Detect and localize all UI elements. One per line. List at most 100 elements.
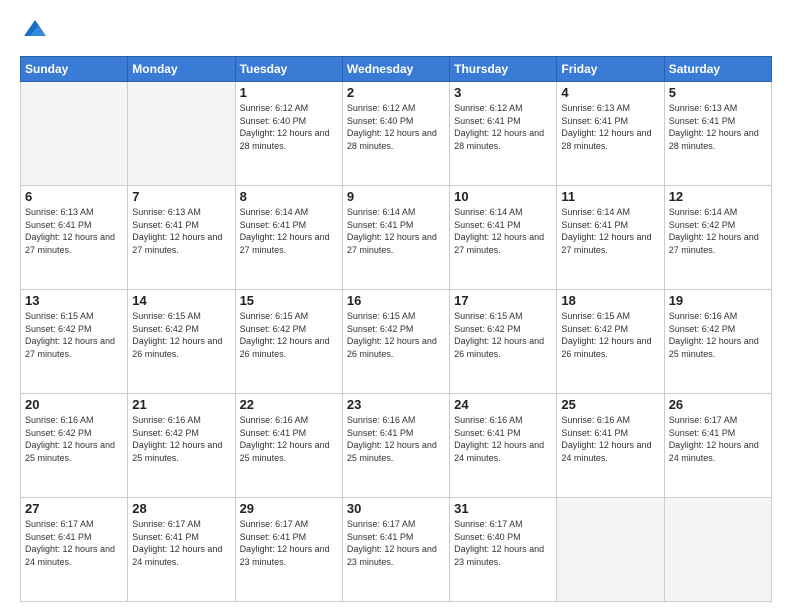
- day-info: Sunrise: 6:12 AM Sunset: 6:40 PM Dayligh…: [347, 102, 445, 152]
- day-info: Sunrise: 6:14 AM Sunset: 6:42 PM Dayligh…: [669, 206, 767, 256]
- calendar-cell: 2 Sunrise: 6:12 AM Sunset: 6:40 PM Daylig…: [342, 82, 449, 186]
- day-info: Sunrise: 6:17 AM Sunset: 6:40 PM Dayligh…: [454, 518, 552, 568]
- day-number: 29: [240, 501, 338, 516]
- calendar-cell: [21, 82, 128, 186]
- calendar-cell: 22 Sunrise: 6:16 AM Sunset: 6:41 PM Dayli…: [235, 394, 342, 498]
- calendar-cell: 26 Sunrise: 6:17 AM Sunset: 6:41 PM Dayli…: [664, 394, 771, 498]
- day-info: Sunrise: 6:15 AM Sunset: 6:42 PM Dayligh…: [454, 310, 552, 360]
- calendar-cell: 23 Sunrise: 6:16 AM Sunset: 6:41 PM Dayli…: [342, 394, 449, 498]
- day-number: 5: [669, 85, 767, 100]
- calendar-cell: 15Sunrise: 6:15 AM Sunset: 6:42 PM Dayli…: [235, 290, 342, 394]
- day-header-saturday: Saturday: [664, 57, 771, 82]
- day-number: 25: [561, 397, 659, 412]
- calendar-cell: 6Sunrise: 6:13 AM Sunset: 6:41 PM Daylig…: [21, 186, 128, 290]
- day-number: 26: [669, 397, 767, 412]
- calendar-cell: 16 Sunrise: 6:15 AM Sunset: 6:42 PM Dayli…: [342, 290, 449, 394]
- page: SundayMondayTuesdayWednesdayThursdayFrid…: [0, 0, 792, 612]
- calendar-cell: 4 Sunrise: 6:13 AM Sunset: 6:41 PM Daylig…: [557, 82, 664, 186]
- calendar-cell: [128, 82, 235, 186]
- day-header-friday: Friday: [557, 57, 664, 82]
- week-row-5: 27 Sunrise: 6:17 AM Sunset: 6:41 PM Dayli…: [21, 498, 772, 602]
- day-info: Sunrise: 6:16 AM Sunset: 6:41 PM Dayligh…: [561, 414, 659, 464]
- calendar-cell: 13 Sunrise: 6:15 AM Sunset: 6:42 PM Dayli…: [21, 290, 128, 394]
- calendar-cell: 27 Sunrise: 6:17 AM Sunset: 6:41 PM Dayli…: [21, 498, 128, 602]
- day-number: 30: [347, 501, 445, 516]
- day-info: Sunrise: 6:16 AM Sunset: 6:42 PM Dayligh…: [669, 310, 767, 360]
- day-info: Sunrise: 6:14 AM Sunset: 6:41 PM Dayligh…: [454, 206, 552, 256]
- logo-icon: [20, 16, 50, 46]
- week-row-2: 6Sunrise: 6:13 AM Sunset: 6:41 PM Daylig…: [21, 186, 772, 290]
- day-info: Sunrise: 6:15 AM Sunset: 6:42 PM Dayligh…: [347, 310, 445, 360]
- calendar-cell: 10 Sunrise: 6:14 AM Sunset: 6:41 PM Dayli…: [450, 186, 557, 290]
- calendar-cell: 28 Sunrise: 6:17 AM Sunset: 6:41 PM Dayli…: [128, 498, 235, 602]
- day-number: 1: [240, 85, 338, 100]
- day-number: 17: [454, 293, 552, 308]
- day-info: Sunrise: 6:16 AM Sunset: 6:41 PM Dayligh…: [454, 414, 552, 464]
- day-header-monday: Monday: [128, 57, 235, 82]
- day-info: Sunrise: 6:13 AM Sunset: 6:41 PM Dayligh…: [132, 206, 230, 256]
- day-info: Sunrise: 6:15 AM Sunset: 6:42 PM Dayligh…: [240, 310, 338, 360]
- day-number: 4: [561, 85, 659, 100]
- calendar-cell: 14 Sunrise: 6:15 AM Sunset: 6:42 PM Dayli…: [128, 290, 235, 394]
- day-info: Sunrise: 6:17 AM Sunset: 6:41 PM Dayligh…: [25, 518, 123, 568]
- day-info: Sunrise: 6:15 AM Sunset: 6:42 PM Dayligh…: [132, 310, 230, 360]
- day-info: Sunrise: 6:17 AM Sunset: 6:41 PM Dayligh…: [669, 414, 767, 464]
- week-row-3: 13 Sunrise: 6:15 AM Sunset: 6:42 PM Dayli…: [21, 290, 772, 394]
- day-info: Sunrise: 6:15 AM Sunset: 6:42 PM Dayligh…: [25, 310, 123, 360]
- calendar-cell: 29 Sunrise: 6:17 AM Sunset: 6:41 PM Dayli…: [235, 498, 342, 602]
- day-number: 14: [132, 293, 230, 308]
- day-info: Sunrise: 6:17 AM Sunset: 6:41 PM Dayligh…: [132, 518, 230, 568]
- calendar-cell: 25 Sunrise: 6:16 AM Sunset: 6:41 PM Dayli…: [557, 394, 664, 498]
- day-number: 16: [347, 293, 445, 308]
- day-info: Sunrise: 6:14 AM Sunset: 6:41 PM Dayligh…: [240, 206, 338, 256]
- calendar-cell: 19 Sunrise: 6:16 AM Sunset: 6:42 PM Dayli…: [664, 290, 771, 394]
- logo: [20, 16, 54, 46]
- day-number: 27: [25, 501, 123, 516]
- day-number: 8: [240, 189, 338, 204]
- day-number: 9: [347, 189, 445, 204]
- calendar-cell: 11 Sunrise: 6:14 AM Sunset: 6:41 PM Dayli…: [557, 186, 664, 290]
- calendar-cell: [557, 498, 664, 602]
- day-number: 24: [454, 397, 552, 412]
- calendar-cell: 17 Sunrise: 6:15 AM Sunset: 6:42 PM Dayli…: [450, 290, 557, 394]
- day-number: 11: [561, 189, 659, 204]
- calendar-cell: 31 Sunrise: 6:17 AM Sunset: 6:40 PM Dayli…: [450, 498, 557, 602]
- day-info: Sunrise: 6:13 AM Sunset: 6:41 PM Dayligh…: [561, 102, 659, 152]
- day-number: 2: [347, 85, 445, 100]
- calendar-cell: 30 Sunrise: 6:17 AM Sunset: 6:41 PM Dayli…: [342, 498, 449, 602]
- day-header-sunday: Sunday: [21, 57, 128, 82]
- calendar-cell: 1 Sunrise: 6:12 AM Sunset: 6:40 PM Daylig…: [235, 82, 342, 186]
- day-number: 12: [669, 189, 767, 204]
- day-number: 22: [240, 397, 338, 412]
- calendar-cell: 24 Sunrise: 6:16 AM Sunset: 6:41 PM Dayli…: [450, 394, 557, 498]
- week-row-1: 1 Sunrise: 6:12 AM Sunset: 6:40 PM Daylig…: [21, 82, 772, 186]
- day-info: Sunrise: 6:17 AM Sunset: 6:41 PM Dayligh…: [347, 518, 445, 568]
- day-info: Sunrise: 6:13 AM Sunset: 6:41 PM Dayligh…: [25, 206, 123, 256]
- day-number: 13: [25, 293, 123, 308]
- day-info: Sunrise: 6:17 AM Sunset: 6:41 PM Dayligh…: [240, 518, 338, 568]
- day-number: 28: [132, 501, 230, 516]
- week-row-4: 20Sunrise: 6:16 AM Sunset: 6:42 PM Dayli…: [21, 394, 772, 498]
- day-number: 18: [561, 293, 659, 308]
- calendar-cell: 8 Sunrise: 6:14 AM Sunset: 6:41 PM Daylig…: [235, 186, 342, 290]
- day-info: Sunrise: 6:16 AM Sunset: 6:41 PM Dayligh…: [347, 414, 445, 464]
- calendar-cell: 20Sunrise: 6:16 AM Sunset: 6:42 PM Dayli…: [21, 394, 128, 498]
- header-row: SundayMondayTuesdayWednesdayThursdayFrid…: [21, 57, 772, 82]
- day-number: 19: [669, 293, 767, 308]
- day-info: Sunrise: 6:15 AM Sunset: 6:42 PM Dayligh…: [561, 310, 659, 360]
- day-info: Sunrise: 6:14 AM Sunset: 6:41 PM Dayligh…: [561, 206, 659, 256]
- calendar-cell: 3Sunrise: 6:12 AM Sunset: 6:41 PM Daylig…: [450, 82, 557, 186]
- day-info: Sunrise: 6:12 AM Sunset: 6:41 PM Dayligh…: [454, 102, 552, 152]
- calendar-cell: 5Sunrise: 6:13 AM Sunset: 6:41 PM Daylig…: [664, 82, 771, 186]
- day-number: 20: [25, 397, 123, 412]
- day-number: 7: [132, 189, 230, 204]
- day-info: Sunrise: 6:12 AM Sunset: 6:40 PM Dayligh…: [240, 102, 338, 152]
- calendar-cell: [664, 498, 771, 602]
- day-info: Sunrise: 6:16 AM Sunset: 6:41 PM Dayligh…: [240, 414, 338, 464]
- day-number: 10: [454, 189, 552, 204]
- day-number: 23: [347, 397, 445, 412]
- day-number: 21: [132, 397, 230, 412]
- calendar-cell: 7 Sunrise: 6:13 AM Sunset: 6:41 PM Daylig…: [128, 186, 235, 290]
- calendar-cell: 9Sunrise: 6:14 AM Sunset: 6:41 PM Daylig…: [342, 186, 449, 290]
- day-number: 31: [454, 501, 552, 516]
